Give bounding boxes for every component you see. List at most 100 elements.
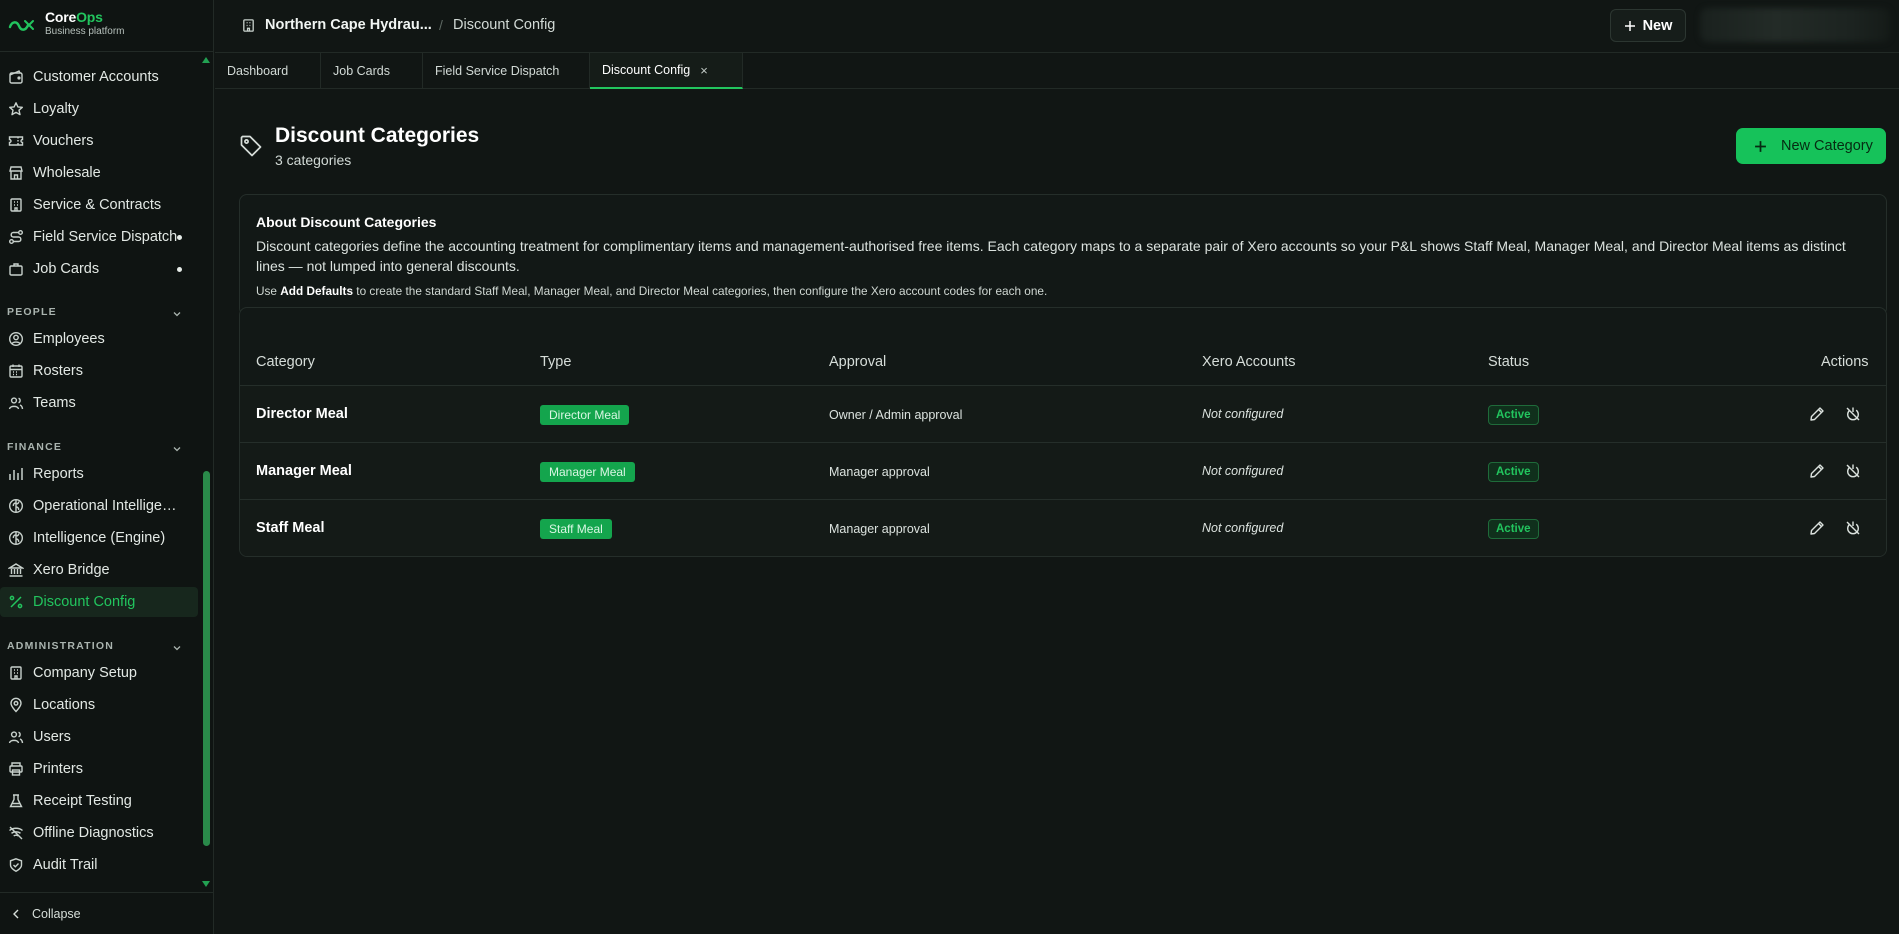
section-label-administration: ADMINISTRATION (7, 640, 115, 652)
type-badge: Manager Meal (540, 462, 635, 482)
new-button[interactable]: New (1610, 9, 1686, 42)
sidebar-item-employees[interactable]: Employees (0, 324, 198, 354)
flask-icon (9, 794, 23, 808)
brand-name: CoreOps (45, 9, 103, 25)
section-label-people: PEOPLE (7, 306, 57, 318)
tab-label: Job Cards (333, 64, 390, 78)
sidebar-item-xero-bridge[interactable]: Xero Bridge (0, 555, 198, 585)
sidebar-item-intelligence-engine[interactable]: Intelligence (Engine) (0, 523, 198, 553)
column-header-category: Category (256, 354, 315, 370)
brain-icon (8, 498, 24, 514)
sidebar-item-customer-accounts[interactable]: Customer Accounts (0, 62, 198, 92)
sidebar-item-operational-intelligence[interactable]: Operational Intelligence (0, 491, 198, 521)
star-icon (9, 102, 23, 116)
brand[interactable]: CoreOps Business platform (0, 0, 214, 52)
route-icon (9, 230, 23, 244)
bank-icon (8, 563, 24, 577)
users-icon (8, 397, 24, 410)
sidebar-item-wholesale[interactable]: Wholesale (0, 158, 198, 188)
chevron-down-icon[interactable] (172, 643, 182, 653)
sidebar-item-field-service-dispatch[interactable]: Field Service Dispatch (0, 222, 198, 252)
sidebar-item-vouchers[interactable]: Vouchers (0, 126, 198, 156)
tab-field-service-dispatch[interactable]: Field Service Dispatch (423, 53, 590, 89)
sidebar-item-printers[interactable]: Printers (0, 754, 198, 784)
sidebar-item-teams[interactable]: Teams (0, 388, 198, 418)
sidebar-item-users[interactable]: Users (0, 722, 198, 752)
new-category-button[interactable]: New Category (1736, 128, 1886, 164)
chevron-left-icon (13, 909, 19, 918)
breadcrumb-current-page: Discount Config (453, 17, 556, 33)
notification-dot (177, 235, 182, 240)
sidebar-item-reports[interactable]: Reports (0, 459, 198, 489)
table-header: Category Type Approval Xero Accounts Sta… (240, 308, 1886, 386)
page-title: Discount Categories (275, 124, 480, 147)
coreops-logo-icon (8, 20, 34, 31)
tab-discount-config[interactable]: Discount Config × (590, 53, 743, 89)
chevron-down-icon[interactable] (172, 309, 182, 319)
tab-dashboard[interactable]: Dashboard (215, 53, 321, 89)
sidebar-item-rosters[interactable]: Rosters (0, 356, 198, 386)
table-row[interactable]: Staff Meal Staff Meal Manager approval N… (240, 500, 1886, 556)
edit-pencil-icon[interactable] (1809, 463, 1825, 479)
sidebar-item-discount-config[interactable]: Discount Config (0, 587, 198, 617)
info-title: About Discount Categories (256, 214, 437, 230)
sidebar-item-loyalty[interactable]: Loyalty (0, 94, 198, 124)
type-badge: Director Meal (540, 405, 630, 425)
type-badge: Staff Meal (540, 519, 612, 539)
column-header-actions: Actions (1821, 354, 1869, 370)
scroll-down-arrow-icon[interactable] (201, 880, 211, 888)
info-note: Use Add Defaults to create the standard … (256, 284, 1048, 298)
category-name: Staff Meal (256, 520, 325, 536)
chevron-down-icon[interactable] (172, 444, 182, 454)
new-button-label: New (1642, 17, 1673, 34)
power-off-icon[interactable] (1845, 463, 1861, 479)
table-row[interactable]: Manager Meal Manager Meal Manager approv… (240, 443, 1886, 500)
status-badge: Active (1488, 405, 1539, 425)
section-label-finance: FINANCE (7, 441, 63, 453)
briefcase-icon (9, 263, 23, 276)
column-header-xero-accounts: Xero Accounts (1202, 354, 1296, 370)
new-category-label: New Category (1781, 138, 1873, 154)
sidebar-item-company-setup[interactable]: Company Setup (0, 658, 198, 688)
sidebar: CoreOps Business platform Customer Accou… (0, 0, 214, 934)
user-menu[interactable] (1700, 8, 1890, 42)
column-header-status: Status (1488, 354, 1530, 370)
edit-pencil-icon[interactable] (1809, 520, 1825, 536)
collapse-sidebar-button[interactable]: Collapse (0, 892, 214, 934)
breadcrumb-organization[interactable]: Northern Cape Hydrau... (265, 17, 432, 33)
column-header-approval: Approval (829, 354, 887, 370)
plus-icon (1624, 20, 1635, 31)
bar-chart-icon (9, 468, 23, 480)
sidebar-item-locations[interactable]: Locations (0, 690, 198, 720)
percent-icon (9, 595, 23, 609)
category-name: Manager Meal (256, 463, 352, 479)
sidebar-item-offline-diagnostics[interactable]: Offline Diagnostics (0, 818, 198, 848)
table-row[interactable]: Director Meal Director Meal Owner / Admi… (240, 386, 1886, 443)
sidebar-item-job-cards[interactable]: Job Cards (0, 254, 198, 284)
tab-job-cards[interactable]: Job Cards (321, 53, 423, 89)
xero-accounts-text: Not configured (1202, 521, 1284, 535)
discount-categories-table: Category Type Approval Xero Accounts Sta… (239, 307, 1887, 557)
column-header-type: Type (540, 354, 572, 370)
sidebar-item-receipt-testing[interactable]: Receipt Testing (0, 786, 198, 816)
building-icon (243, 19, 254, 32)
sidebar-item-service-contracts[interactable]: Service & Contracts (0, 190, 198, 220)
building-icon (10, 666, 22, 680)
edit-pencil-icon[interactable] (1809, 406, 1825, 422)
calendar-icon (9, 364, 23, 378)
tab-label: Dashboard (227, 64, 289, 78)
brain-icon (8, 530, 24, 546)
sidebar-scrollbar-thumb[interactable] (203, 471, 210, 846)
category-count: 3 categories (275, 152, 352, 168)
tab-label: Discount Config (602, 63, 691, 77)
printer-icon (9, 762, 23, 776)
user-circle-icon (8, 331, 24, 347)
power-off-icon[interactable] (1845, 406, 1861, 422)
status-badge: Active (1488, 519, 1539, 539)
sidebar-nav[interactable]: Customer Accounts Loyalty Vouchers Whole… (0, 52, 200, 892)
close-tab-icon[interactable]: × (700, 63, 708, 78)
scroll-up-arrow-icon[interactable] (201, 56, 211, 64)
power-off-icon[interactable] (1845, 520, 1861, 536)
tag-icon (240, 135, 262, 157)
sidebar-item-audit-trail[interactable]: Audit Trail (0, 850, 198, 880)
